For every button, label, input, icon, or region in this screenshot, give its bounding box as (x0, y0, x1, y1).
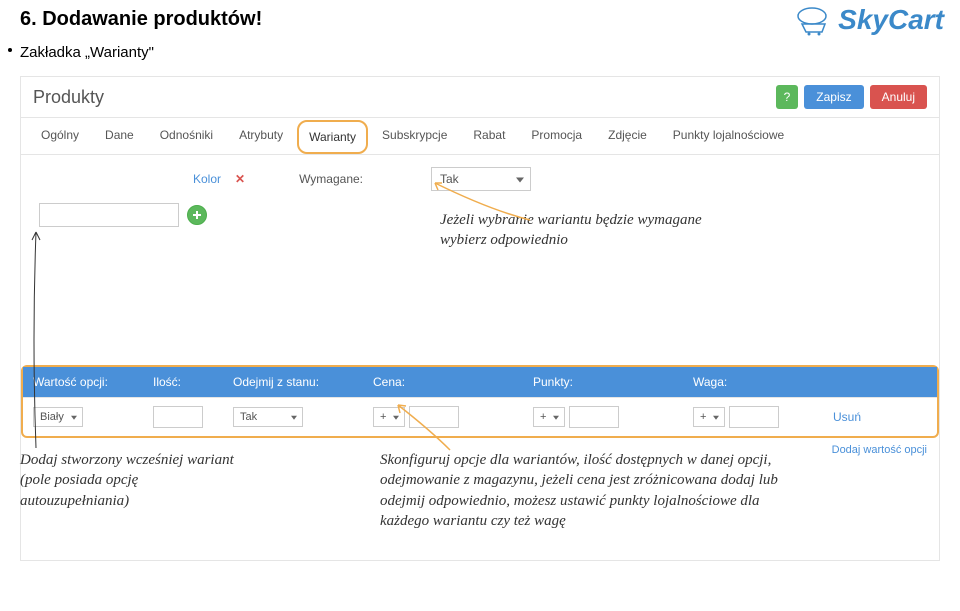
options-table-row: Biały Tak + + + Usuń (23, 397, 937, 436)
option-stock-select[interactable]: Tak (233, 407, 303, 427)
col-header-stock: Odejmij z stanu: (223, 367, 363, 397)
tab-ogolny[interactable]: Ogólny (29, 118, 91, 154)
option-points-input[interactable] (569, 406, 619, 428)
panel-title: Produkty (33, 87, 104, 108)
bullet-icon (8, 48, 12, 52)
tab-dane[interactable]: Dane (93, 118, 146, 154)
col-header-price: Cena: (363, 367, 523, 397)
option-weight-input[interactable] (729, 406, 779, 428)
options-table: Wartość opcji: Ilość: Odejmij z stanu: C… (21, 365, 939, 438)
panel-actions: ? Zapisz Anuluj (776, 85, 927, 109)
plus-icon (192, 210, 202, 220)
col-header-name: Wartość opcji: (23, 367, 143, 397)
annotation-configure: Skonfiguruj opcje dla wariantów, ilość d… (380, 450, 800, 531)
tab-warianty[interactable]: Warianty (297, 120, 368, 154)
option-price-op-select[interactable]: + (373, 407, 405, 427)
help-button[interactable]: ? (776, 85, 799, 109)
col-header-weight: Waga: (683, 367, 823, 397)
tab-odnosniki[interactable]: Odnośniki (148, 118, 225, 154)
logo-text: SkyCart (838, 4, 944, 36)
tab-rabat[interactable]: Rabat (461, 118, 517, 154)
options-table-header: Wartość opcji: Ilość: Odejmij z stanu: C… (23, 367, 937, 397)
annotation-wymagane: Jeżeli wybranie wariantu będzie wymagane… (440, 210, 720, 251)
option-price-input[interactable] (409, 406, 459, 428)
wymagane-label: Wymagane: (299, 172, 363, 186)
col-header-points: Punkty: (523, 367, 683, 397)
tabs-row: Ogólny Dane Odnośniki Atrybuty Warianty … (21, 118, 939, 155)
add-variant-button[interactable] (187, 205, 207, 225)
remove-icon[interactable]: ✕ (235, 172, 245, 186)
variant-config-row: Kolor ✕ Wymagane: Tak (21, 155, 939, 203)
kolor-label: Kolor (193, 172, 221, 186)
variant-name-input[interactable] (39, 203, 179, 227)
option-qty-input[interactable] (153, 406, 203, 428)
annotation-add-variant: Dodaj stworzony wcześniej wariant (pole … (20, 450, 250, 511)
skycart-logo: SkyCart (792, 4, 944, 36)
tab-subskrypcje[interactable]: Subskrypcje (370, 118, 459, 154)
tab-zdjecie[interactable]: Zdjęcie (596, 118, 659, 154)
cloud-cart-icon (792, 4, 832, 36)
cancel-button[interactable]: Anuluj (870, 85, 927, 109)
tab-atrybuty[interactable]: Atrybuty (227, 118, 295, 154)
option-weight-op-select[interactable]: + (693, 407, 725, 427)
page-heading: 6. Dodawanie produktów! (20, 8, 262, 31)
option-name-select[interactable]: Biały (33, 407, 83, 427)
tab-promocja[interactable]: Promocja (519, 118, 594, 154)
save-button[interactable]: Zapisz (804, 85, 863, 109)
page-subheading: Zakładka „Warianty" (20, 44, 154, 61)
add-option-link[interactable]: Dodaj wartość opcji (832, 444, 927, 456)
wymagane-select[interactable]: Tak (431, 167, 531, 191)
delete-option-link[interactable]: Usuń (833, 410, 861, 424)
tab-punkty[interactable]: Punkty lojalnościowe (661, 118, 796, 154)
panel-header: Produkty ? Zapisz Anuluj (21, 77, 939, 118)
col-header-qty: Ilość: (143, 367, 223, 397)
option-points-op-select[interactable]: + (533, 407, 565, 427)
